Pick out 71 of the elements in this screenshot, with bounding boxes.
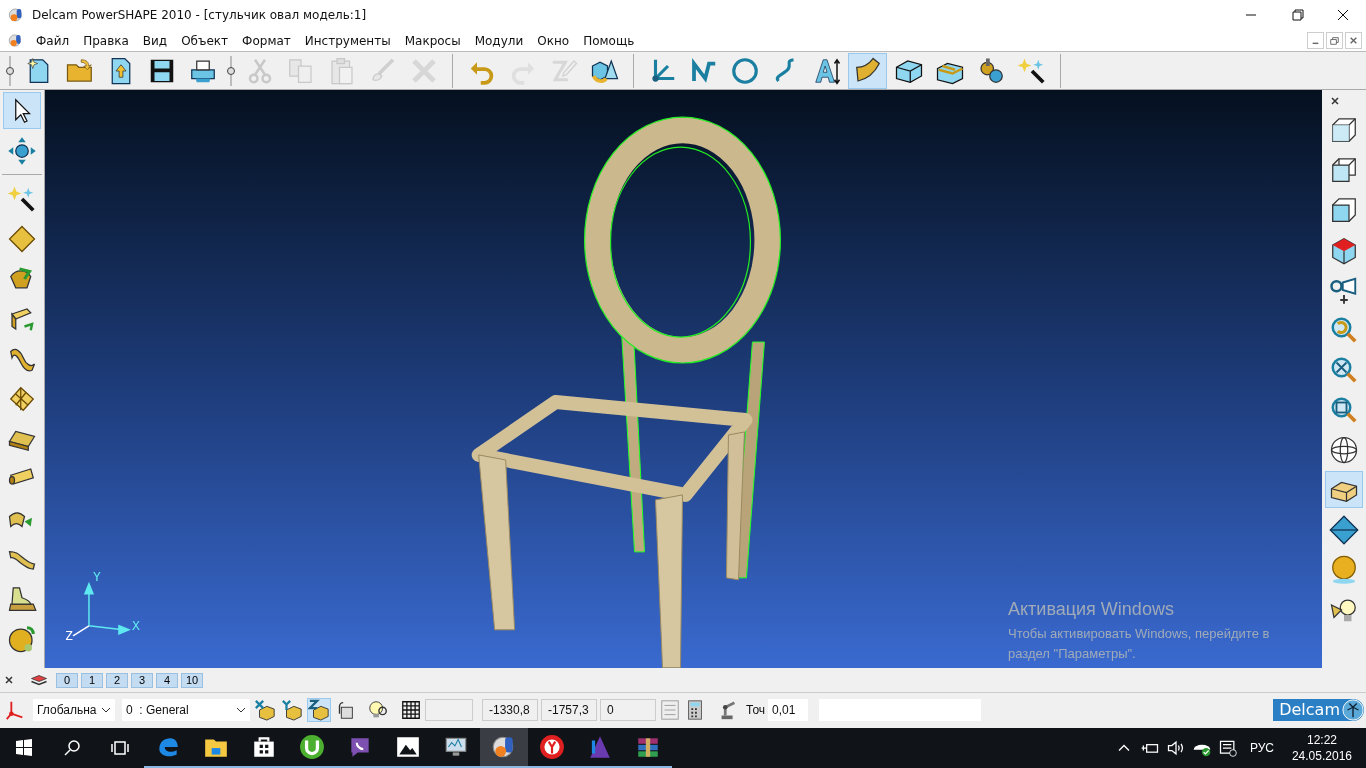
menu-item[interactable]: Формат: [235, 33, 298, 48]
x-axis-label: X: [131, 617, 140, 633]
layer-button[interactable]: 1: [81, 672, 103, 688]
activation-title: Активация Windows: [1008, 599, 1175, 620]
menu-item[interactable]: Файл: [29, 33, 77, 48]
pointer-button[interactable]: [3, 92, 41, 129]
coordinate-field[interactable]: -1330,8: [482, 698, 538, 721]
triangle-app-icon: [587, 734, 613, 760]
app-taskbar-button[interactable]: [480, 728, 528, 768]
workplane-dropdown[interactable]: Глобальна: [33, 698, 115, 721]
layer-button[interactable]: 0: [56, 672, 78, 688]
window-title: Delcam PowerSHAPE 2010 - [стульчик овал модель:1]: [32, 8, 367, 22]
close-icon[interactable]: [4, 675, 14, 685]
input-field[interactable]: [425, 698, 473, 721]
menu-item[interactable]: Правка: [76, 33, 136, 48]
z-plane-button[interactable]: [307, 697, 331, 722]
shaded-box-button[interactable]: [1325, 471, 1363, 508]
menu-item[interactable]: Инструменты: [297, 33, 398, 48]
level-dropdown[interactable]: 0 : General: [122, 698, 250, 721]
sphere-icon: [1329, 434, 1359, 465]
gear-ball-icon: [7, 623, 37, 654]
menu-item[interactable]: Модули: [467, 33, 531, 48]
menu-item[interactable]: Вид: [135, 33, 175, 48]
diamond-plane-icon: [1329, 514, 1359, 545]
axis-gizmo-drawing: [72, 581, 131, 637]
move-icon: [7, 135, 37, 166]
curved-surface-button[interactable]: [848, 52, 887, 89]
x-plane-button[interactable]: [253, 697, 277, 722]
ball-icon: [1329, 554, 1359, 585]
caret-icon[interactable]: [101, 706, 111, 713]
circle-icon: [729, 55, 760, 86]
coordinate-field[interactable]: -1757,3: [541, 698, 597, 721]
photo-icon: [395, 734, 421, 760]
caret-icon[interactable]: [236, 706, 246, 713]
layer-button[interactable]: 10: [181, 672, 204, 688]
coordinate-field[interactable]: 0: [600, 698, 656, 721]
toolbar-grip-icon[interactable]: [5, 55, 15, 86]
close-icon[interactable]: [1330, 96, 1340, 106]
y-plane-icon: [281, 698, 303, 721]
diamond-icon: [7, 223, 37, 254]
toolbar-grip-icon[interactable]: [226, 55, 236, 86]
notification-icon[interactable]: [1217, 738, 1238, 758]
x-plane-icon: [254, 698, 276, 721]
app-icon[interactable]: [8, 33, 23, 48]
menu-item[interactable]: Окно: [530, 33, 577, 48]
y-axis-label: Y: [92, 568, 101, 584]
palm-icon: [1342, 698, 1364, 721]
delcam-logo: Delcam: [1273, 698, 1364, 721]
tolerance-field[interactable]: 0,01: [768, 698, 809, 721]
app-icon: [8, 7, 24, 23]
y-plane-button[interactable]: [280, 697, 304, 722]
speaker-icon[interactable]: [1165, 738, 1186, 758]
store-icon: [251, 734, 277, 760]
menu-item[interactable]: Объект: [174, 33, 236, 48]
language-indicator[interactable]: РУС: [1249, 741, 1274, 755]
z-plane-icon: [308, 698, 330, 721]
layer-button[interactable]: 4: [156, 672, 178, 688]
3d-viewport[interactable]: Y X Z Активация Windows Чтобы активировать Windows, перейдите в раздел "Параметры".: [45, 90, 1322, 668]
grid-icon[interactable]: [400, 698, 422, 721]
clock-time[interactable]: 12:22: [1306, 732, 1337, 748]
layer-button[interactable]: 3: [131, 672, 153, 688]
browser-circle-icon: [539, 734, 565, 760]
torrent-icon: [299, 734, 325, 760]
menu-item[interactable]: Помощь: [576, 33, 642, 48]
clock-date[interactable]: 24.05.2016: [1291, 748, 1352, 764]
layer-button[interactable]: 2: [106, 672, 128, 688]
tolerance-label: Точ: [746, 702, 766, 717]
restore-icon[interactable]: [1326, 32, 1343, 49]
z-axis-label: Z: [65, 627, 73, 643]
menu-item[interactable]: Макросы: [397, 33, 468, 48]
activation-text: Чтобы активировать Windows, перейдите в раздел "Параметры".: [1008, 625, 1271, 663]
